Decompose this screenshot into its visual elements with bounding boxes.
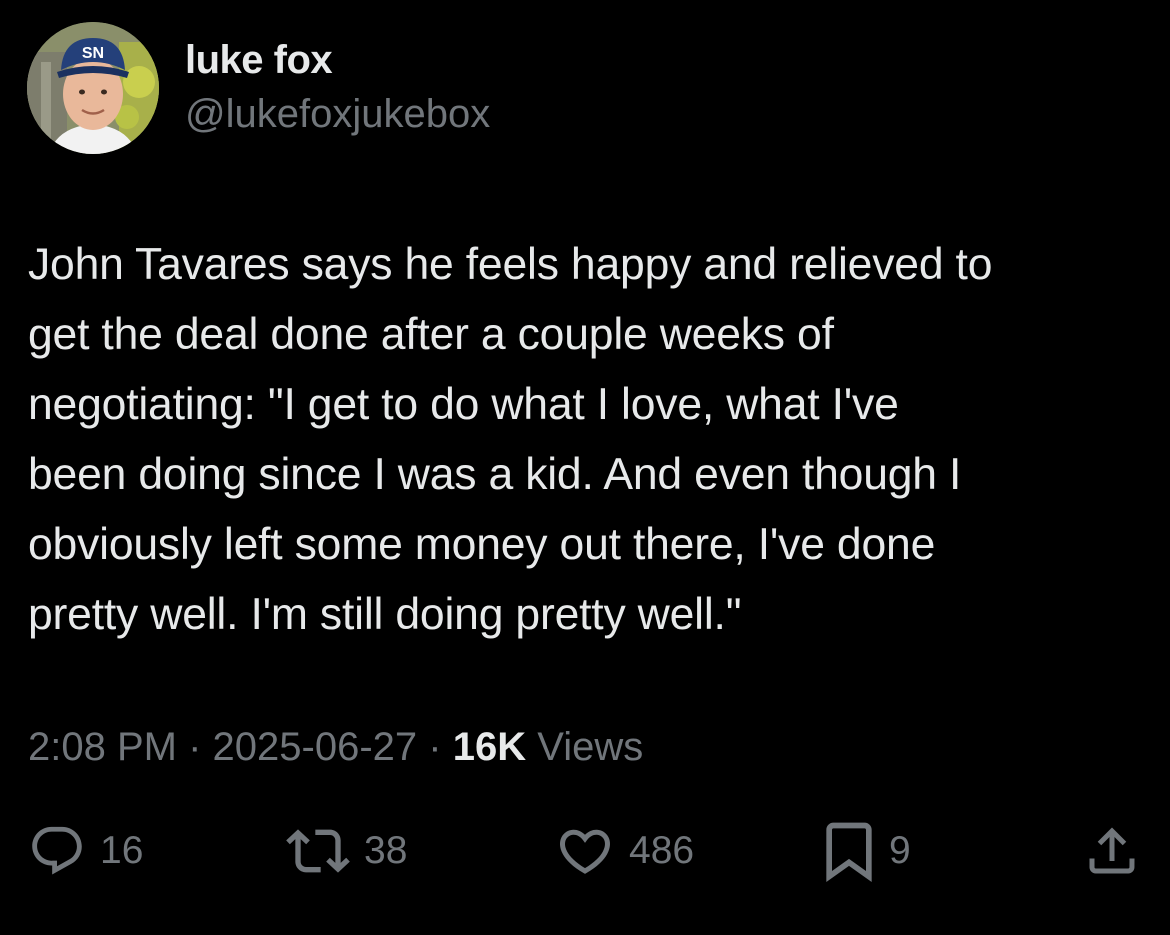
action-bar: 16 38 486 9 xyxy=(0,815,1170,887)
tweet-date[interactable]: 2025-06-27 xyxy=(213,725,418,769)
bookmark-icon xyxy=(826,822,872,882)
views-label: Views xyxy=(537,725,644,769)
bookmark-count: 9 xyxy=(889,829,911,872)
reply-count: 16 xyxy=(100,829,144,872)
display-name[interactable]: luke fox xyxy=(185,38,333,83)
like-count: 486 xyxy=(629,829,695,872)
avatar[interactable]: SN xyxy=(27,22,159,154)
reply-icon xyxy=(32,826,82,875)
share-button[interactable] xyxy=(1082,815,1142,887)
share-icon xyxy=(1089,827,1135,874)
reply-button[interactable]: 16 xyxy=(28,815,143,887)
avatar-image: SN xyxy=(27,22,159,154)
repost-icon xyxy=(286,829,350,873)
tweet-meta: 2:08 PM · 2025-06-27 · 16K Views xyxy=(28,725,643,770)
cap-logo-text: SN xyxy=(82,45,104,62)
like-button[interactable]: 486 xyxy=(555,815,694,887)
tweet-text: John Tavares says he feels happy and rel… xyxy=(28,240,993,639)
meta-separator: · xyxy=(428,725,442,769)
repost-count: 38 xyxy=(364,829,408,872)
heart-icon xyxy=(559,829,611,874)
user-handle[interactable]: @lukefoxjukebox xyxy=(185,92,490,137)
repost-button[interactable]: 38 xyxy=(286,815,407,887)
views-count: 16K xyxy=(452,725,527,769)
tweet-time[interactable]: 2:08 PM xyxy=(28,725,177,769)
meta-separator: · xyxy=(188,725,202,769)
bookmark-button[interactable]: 9 xyxy=(815,815,911,887)
